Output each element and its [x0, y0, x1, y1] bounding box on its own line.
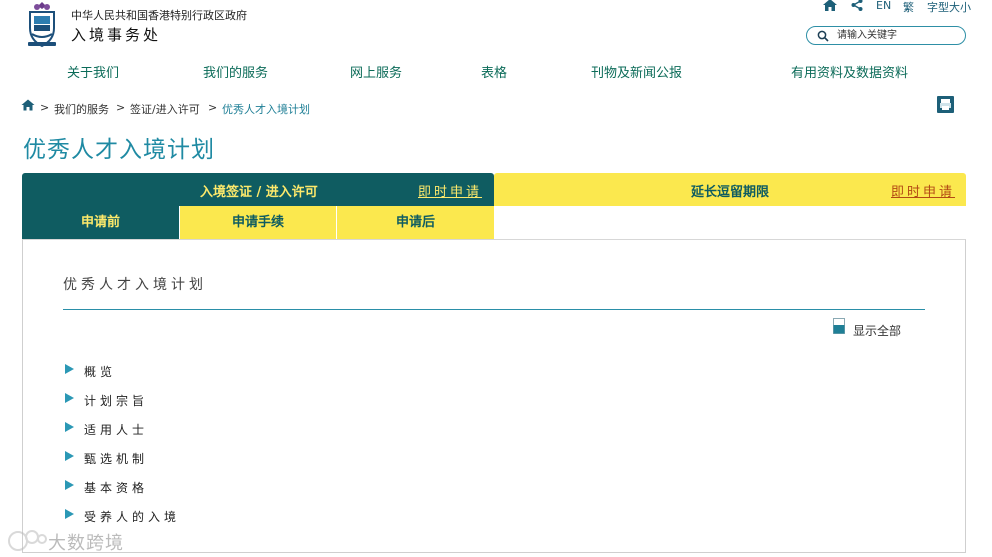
- accordion-arrow-icon[interactable]: [65, 393, 74, 403]
- watermark-text: 大数跨境: [48, 533, 124, 554]
- accordion-arrow-icon[interactable]: [65, 422, 74, 432]
- entry-apply-now-link[interactable]: 即时申请: [418, 181, 482, 200]
- language-en-link[interactable]: EN: [876, 0, 891, 12]
- accordion-arrow-icon[interactable]: [65, 364, 74, 374]
- hksar-emblem-logo[interactable]: [22, 0, 62, 48]
- accordion-item-dependants[interactable]: 受养人的入境: [84, 508, 180, 525]
- language-traditional-link[interactable]: 繁: [903, 0, 914, 15]
- agency-name-line2[interactable]: 入境事务处: [71, 24, 161, 45]
- tab-entry-visa-label[interactable]: 入境签证 / 进入许可: [200, 181, 318, 200]
- search-icon[interactable]: [817, 30, 829, 42]
- home-icon[interactable]: [822, 0, 838, 12]
- nav-online-services[interactable]: 网上服务: [350, 62, 402, 81]
- nav-about-us[interactable]: 关于我们: [67, 62, 119, 81]
- share-icon[interactable]: [850, 0, 864, 12]
- subtab-before-application[interactable]: 申请前: [22, 206, 179, 239]
- accordion-item-eligible-persons[interactable]: 适用人士: [84, 421, 148, 438]
- breadcrumb-separator: >: [116, 101, 126, 114]
- page-title: 优秀人才入境计划: [23, 137, 215, 163]
- accordion-item-objective[interactable]: 计划宗旨: [84, 392, 148, 409]
- nav-our-services[interactable]: 我们的服务: [203, 62, 268, 81]
- accordion-arrow-icon[interactable]: [65, 480, 74, 490]
- breadcrumb-visa-entry[interactable]: 签证/进入许可: [130, 101, 200, 117]
- nav-publications-press[interactable]: 刊物及新闻公报: [591, 62, 682, 81]
- accordion-item-selection[interactable]: 甄选机制: [84, 450, 148, 467]
- subtab-application-procedure[interactable]: 申请手续: [180, 206, 336, 239]
- subtab-after-application[interactable]: 申请后: [337, 206, 494, 239]
- breadcrumb-separator: >: [208, 101, 218, 114]
- section-divider: [63, 309, 925, 310]
- nav-forms[interactable]: 表格: [481, 62, 507, 81]
- breadcrumb-home-icon[interactable]: [21, 99, 35, 111]
- accordion-item-overview[interactable]: 概览: [84, 363, 116, 380]
- extend-apply-now-link[interactable]: 即时申请: [891, 181, 955, 200]
- accordion-arrow-icon[interactable]: [65, 451, 74, 461]
- show-all-link[interactable]: 显示全部: [853, 322, 901, 339]
- accordion-arrow-icon[interactable]: [65, 509, 74, 519]
- agency-name-line1: 中华人民共和国香港特别行政区政府: [71, 9, 247, 22]
- nav-useful-info[interactable]: 有用资料及数据资料: [791, 62, 908, 81]
- section-heading: 优秀人才入境计划: [63, 277, 207, 293]
- breadcrumb-separator: >: [40, 101, 50, 114]
- search-input[interactable]: [837, 28, 961, 43]
- font-size-link[interactable]: 字型大小: [927, 0, 971, 15]
- breadcrumb-current: 优秀人才入境计划: [222, 103, 310, 116]
- tab-extension-of-stay-label[interactable]: 延长逗留期限: [691, 181, 769, 200]
- breadcrumb-our-services[interactable]: 我们的服务: [54, 101, 109, 117]
- expand-all-icon[interactable]: [833, 318, 845, 334]
- search-box[interactable]: [806, 26, 966, 45]
- print-icon[interactable]: [937, 96, 954, 113]
- accordion-item-eligibility[interactable]: 基本资格: [84, 479, 148, 496]
